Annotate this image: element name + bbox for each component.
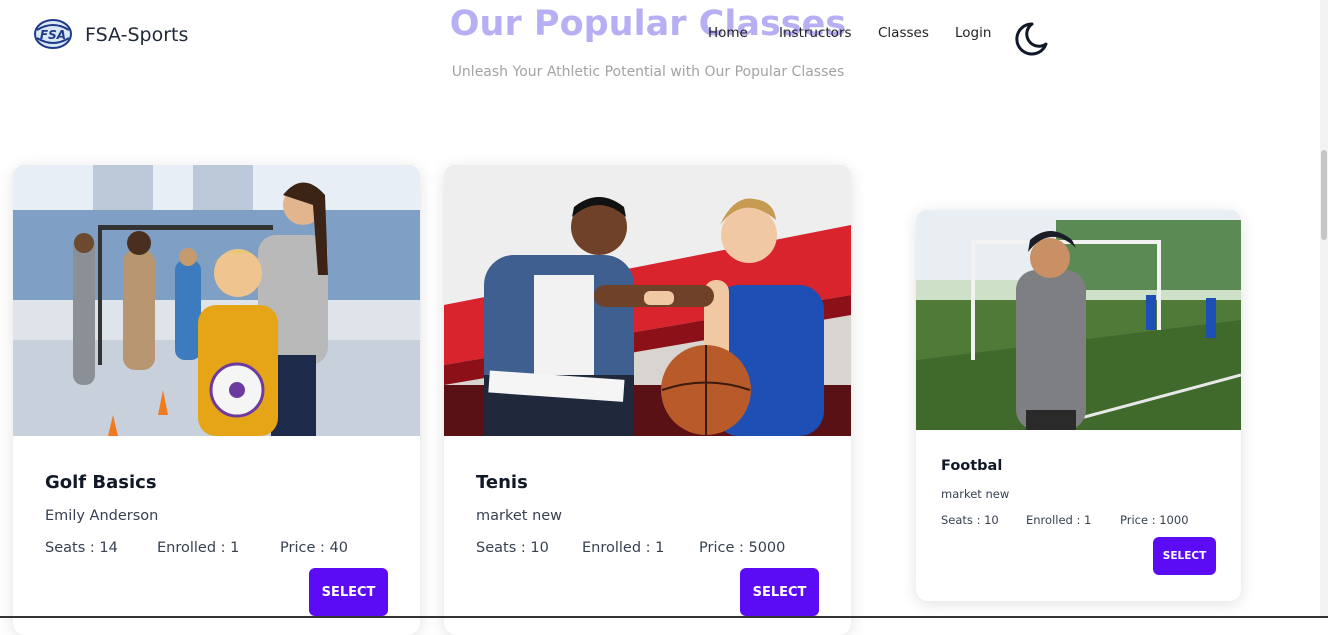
class-enrolled: Enrolled : 1 (1026, 513, 1092, 527)
class-enrolled: Enrolled : 1 (582, 540, 665, 556)
class-price: Price : 1000 (1120, 513, 1189, 527)
nav-link-instructors[interactable]: Instructors (779, 25, 852, 41)
scrollbar[interactable] (1320, 0, 1328, 618)
scrollbar-thumb[interactable] (1321, 150, 1327, 240)
fsa-logo[interactable]: FSA (33, 16, 73, 52)
class-image-tenis (444, 165, 851, 436)
moon-icon[interactable] (1012, 20, 1050, 58)
select-button[interactable]: SELECT (740, 568, 819, 616)
class-card: Footbal market new Seats : 10 Enrolled :… (916, 210, 1241, 601)
logo-text: FSA (40, 28, 66, 42)
class-price: Price : 5000 (699, 540, 786, 556)
class-enrolled: Enrolled : 1 (157, 540, 240, 556)
class-card: Tenis market new Seats : 10 Enrolled : 1… (444, 165, 851, 635)
select-button[interactable]: SELECT (309, 568, 388, 616)
class-title: Golf Basics (45, 472, 157, 493)
navbar: FSA FSA-Sports Home Instructors Classes … (0, 0, 1328, 70)
class-instructor: market new (941, 487, 1010, 501)
class-title: Footbal (941, 458, 1003, 474)
class-seats: Seats : 10 (476, 540, 549, 556)
class-seats: Seats : 14 (45, 540, 118, 556)
nav-link-classes[interactable]: Classes (878, 25, 929, 41)
nav-link-home[interactable]: Home (708, 25, 748, 41)
class-image-golf (13, 165, 420, 436)
brand-name[interactable]: FSA-Sports (85, 24, 188, 46)
class-instructor: market new (476, 508, 563, 524)
class-card: Golf Basics Emily Anderson Seats : 14 En… (13, 165, 420, 635)
class-title: Tenis (476, 472, 528, 493)
class-price: Price : 40 (280, 540, 348, 556)
class-instructor: Emily Anderson (45, 508, 159, 524)
nav-link-login[interactable]: Login (955, 25, 991, 41)
select-button[interactable]: SELECT (1153, 537, 1216, 575)
class-image-footbal (916, 210, 1241, 430)
class-seats: Seats : 10 (941, 513, 999, 527)
